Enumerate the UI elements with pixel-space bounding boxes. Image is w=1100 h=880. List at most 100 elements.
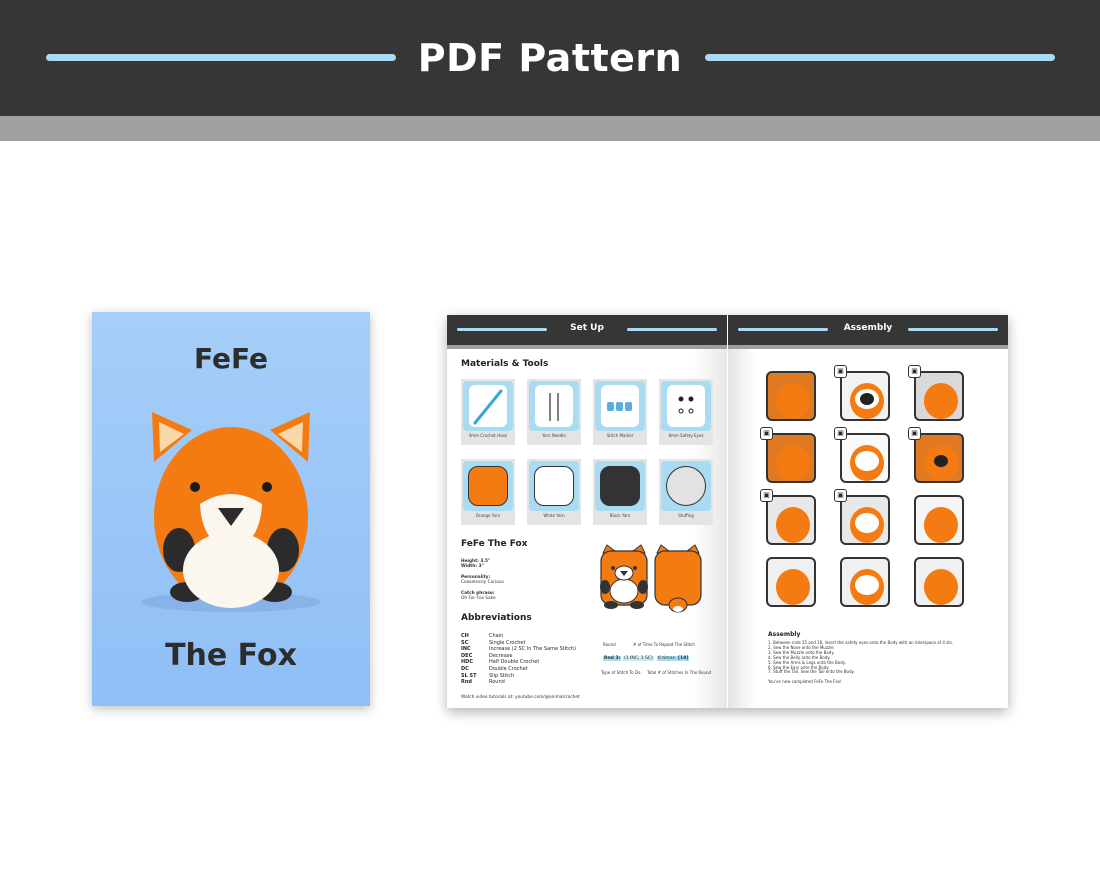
fox-part-photo (850, 569, 884, 605)
fox-part-photo (924, 383, 958, 419)
fox-part-photo (776, 507, 810, 543)
banner-strip (0, 116, 1100, 141)
photo-icon: ▣ (908, 427, 921, 440)
assembly-photo (914, 557, 964, 607)
assembly-photo (766, 371, 816, 421)
abbreviation-value: Double Crochet (489, 665, 528, 672)
materials-heading: Materials & Tools (461, 359, 549, 369)
top-banner: PDF Pattern (0, 0, 1100, 116)
fox-part-photo (850, 445, 884, 481)
assembly-photo (766, 495, 816, 545)
material-card: Orange Yarn (461, 459, 515, 525)
card-frame (463, 461, 513, 511)
abbreviations-list: CH Chain SC Single Crochet INC Increase (2 SC… (461, 633, 576, 686)
material-card: Yarn Needle (527, 379, 581, 445)
character-info: Height: 3.5" Width: 3" Personality: Ceas… (461, 559, 504, 601)
card-frame (529, 461, 579, 511)
photo-icon: ▣ (760, 427, 773, 440)
photo-icon: ▣ (908, 365, 921, 378)
abbreviation-value: Decrease (489, 652, 513, 659)
assembly-photo (840, 495, 890, 545)
diagram-repeat-label: # of Time To Repeat The Stitch (633, 642, 695, 647)
yarn-needle-icon (549, 393, 559, 421)
card-frame (595, 461, 645, 511)
diagram-stitch: (1 INC, 1 SC) (623, 656, 654, 661)
fox-illustration (600, 544, 702, 613)
abbreviation-key: Rnd (461, 679, 472, 686)
fox-part-photo (850, 507, 884, 543)
open-booklet: Set Up Materials & Tools 4mm Crochet Hoo… (447, 315, 1008, 708)
card-inner (469, 385, 507, 427)
material-card: Black Yarn (593, 459, 647, 525)
assembly-done-text: You've now completed FeFe The Fox! (768, 679, 842, 684)
pattern-cover: FeFe The Fox (92, 312, 370, 706)
abbreviations-heading: Abbreviations (461, 613, 532, 623)
material-card: Stitch Marker (593, 379, 647, 445)
material-label: Black Yarn (609, 513, 631, 518)
abbreviation-value: Round (489, 679, 505, 686)
photo-icon: ▣ (834, 489, 847, 502)
header-strip (728, 345, 1008, 349)
diagram-type-label: Type of Stitch To Do (601, 670, 641, 675)
video-link-text: Watch video tutorials at: youtube.com/@a… (461, 695, 580, 700)
abbreviation-row: DC Double Crochet (461, 666, 576, 673)
diagram-rnd: Rnd 3: (603, 656, 622, 661)
assembly-page-header: Assembly (728, 315, 1008, 345)
photo-icon: ▣ (834, 365, 847, 378)
abbreviation-key: INC (461, 646, 471, 653)
card-inner (667, 385, 705, 427)
material-label: Stuffing (678, 513, 694, 518)
photo-icon: ▣ (834, 427, 847, 440)
card-frame (661, 381, 711, 431)
abbreviation-row: DEC Decrease (461, 653, 576, 660)
diagram-round-label: Round (603, 642, 616, 647)
assembly-photo (766, 557, 816, 607)
card-frame (529, 381, 579, 431)
diagram-times: 6 times. (657, 656, 678, 661)
stitch-marker-icon (607, 402, 632, 411)
setup-page: Set Up Materials & Tools 4mm Crochet Hoo… (447, 315, 727, 708)
assembly-photo (840, 557, 890, 607)
abbreviation-row: Rnd Round (461, 679, 576, 686)
abbreviation-value: Single Crochet (489, 639, 526, 646)
assembly-photo (914, 371, 964, 421)
character-heading: FeFe The Fox (461, 539, 528, 549)
width-text: Width: 3" (461, 564, 484, 570)
material-label: White Yarn (543, 513, 565, 518)
material-label: Yarn Needle (542, 433, 566, 438)
abbreviation-value: Half Double Crochet (489, 659, 540, 666)
header-line-right (908, 328, 998, 331)
card-inner (535, 385, 573, 427)
fox-part-photo (776, 383, 810, 419)
header-strip (447, 345, 727, 349)
abbreviation-key: DC (461, 665, 469, 672)
stitch-diagram: Round # of Time To Repeat The Stitch Rnd… (597, 641, 725, 681)
assembly-photo (914, 495, 964, 545)
assembly-steps: 1. Between rnds 15 and 16, insert the sa… (768, 640, 1003, 675)
assembly-photo (914, 433, 964, 483)
header-line-right (627, 328, 717, 331)
material-card: White Yarn (527, 459, 581, 525)
orange-yarn-swatch (468, 466, 508, 506)
abbreviation-row: CH Chain (461, 633, 576, 640)
setup-page-header: Set Up (447, 315, 727, 345)
fox-part-photo (776, 445, 810, 481)
fox-part-photo (776, 569, 810, 605)
abbreviation-value: Chain (489, 633, 504, 639)
crochet-hook-icon (473, 389, 503, 425)
abbreviation-row: SL ST Slip Stitch (461, 673, 576, 680)
personality-text: Ceaselessly Curious (461, 580, 504, 586)
banner-line-right (705, 54, 1055, 61)
abbreviation-key: HDC (461, 659, 474, 666)
abbreviation-key: CH (461, 633, 469, 639)
card-frame (595, 381, 645, 431)
material-card: 4mm Crochet Hook (461, 379, 515, 445)
card-inner (601, 385, 639, 427)
stuffing-swatch (666, 466, 706, 506)
assembly-photo (766, 433, 816, 483)
assembly-step: 7. Stuff the Tail. Sew the Tail onto the… (768, 669, 855, 675)
black-yarn-swatch (600, 466, 640, 506)
diagram-total: [18] (677, 656, 690, 661)
card-frame (463, 381, 513, 431)
abbreviation-row: HDC Half Double Crochet (461, 659, 576, 666)
